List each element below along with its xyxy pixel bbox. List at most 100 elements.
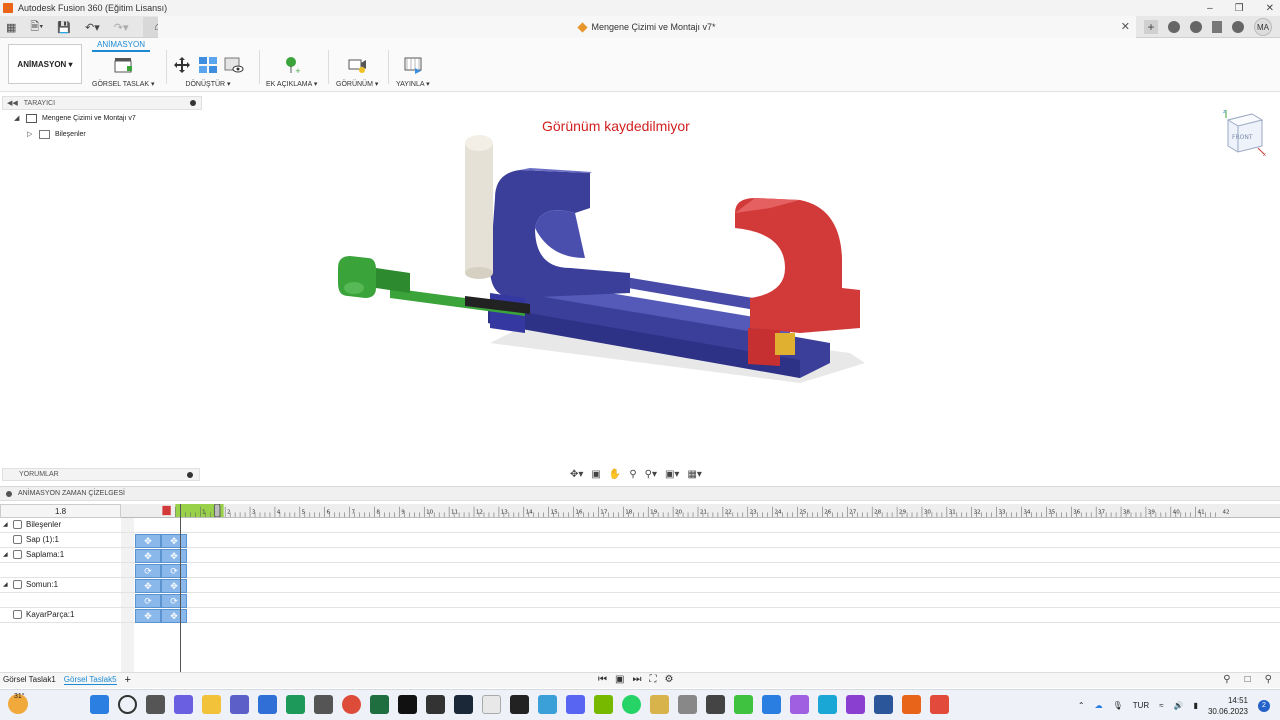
playhead-handle[interactable] (213, 504, 221, 517)
camera-view-icon[interactable] (347, 56, 367, 74)
store-icon[interactable] (258, 695, 277, 714)
notifications-icon[interactable] (1212, 21, 1222, 33)
view-group[interactable]: GÖRÜNÜM ▾ (336, 53, 378, 89)
task-view-icon[interactable] (146, 695, 165, 714)
user-avatar[interactable]: MA (1254, 18, 1272, 36)
clock[interactable]: 14:51 30.06.2023 (1208, 695, 1248, 717)
transform-group[interactable]: DÖNÜŞTÜR ▾ (172, 53, 244, 89)
timeline-row[interactable] (0, 563, 1280, 578)
file-menu-icon[interactable]: 🗎▾ (30, 18, 43, 37)
add-storyboard-button[interactable]: + (125, 675, 131, 686)
timeline-row[interactable] (0, 593, 1280, 608)
minimize-icon[interactable]: – (1207, 3, 1213, 14)
app-icon[interactable] (818, 695, 837, 714)
tab-animation[interactable]: ANİMASYON (92, 40, 150, 52)
app-icon[interactable] (846, 695, 865, 714)
playback-settings-icon[interactable]: ⚙ (664, 674, 673, 685)
orbit-icon[interactable]: ✥▾ (570, 469, 583, 480)
close-tab-icon[interactable]: ✕ (1121, 20, 1130, 33)
storyboard-tab-active[interactable]: Görsel Taslak5 (63, 675, 117, 685)
annotation-group[interactable]: + EK AÇIKLAMA ▾ (266, 53, 317, 89)
comments-panel[interactable]: YORUMLAR (2, 468, 200, 481)
app-icon[interactable] (678, 695, 697, 714)
onedrive-icon[interactable]: ☁ (1095, 701, 1103, 710)
browser-root-node[interactable]: ◢ Mengene Çizimi ve Montajı v7 (2, 110, 202, 126)
app-icon[interactable] (706, 695, 725, 714)
browser-pin-icon[interactable] (190, 100, 196, 106)
timeline-row[interactable]: ◢ Saplama:1 (0, 548, 1280, 563)
app-icon[interactable] (482, 695, 501, 714)
view-cube[interactable]: FRONT x z (1222, 108, 1268, 156)
redo-icon[interactable]: ↷▾ (114, 21, 129, 34)
timeline-row[interactable]: ◢ Somun:1 (0, 578, 1280, 593)
fullscreen-icon[interactable]: ⛶ (649, 674, 656, 685)
browser-header[interactable]: ◀◀ TARAYICI (2, 96, 202, 110)
comments-pin-icon[interactable] (187, 472, 193, 478)
grid-settings-icon[interactable]: ▦▾ (687, 469, 701, 480)
move-keyframe[interactable]: ✥ (161, 534, 187, 548)
new-tab-icon[interactable]: + (1144, 20, 1158, 34)
wifi-icon[interactable]: ≈ (1159, 701, 1163, 710)
steam-icon[interactable] (454, 695, 473, 714)
annotation-icon[interactable]: + (282, 56, 302, 74)
skip-start-icon[interactable]: ⏮ (598, 674, 607, 685)
battery-icon[interactable]: ▮ (1194, 701, 1198, 710)
timeline-header[interactable]: ANİMASYON ZAMAN ÇİZELGESİ (0, 487, 1280, 501)
zoom-in-icon[interactable]: ⚲ (1265, 674, 1272, 685)
app-icon[interactable] (370, 695, 389, 714)
fit-timeline-icon[interactable]: □ (1245, 674, 1251, 685)
start-icon[interactable] (90, 695, 109, 714)
discord-icon[interactable] (566, 695, 585, 714)
timeline-playhead[interactable] (180, 504, 181, 674)
vise-assembly-model[interactable] (330, 128, 870, 393)
rotate-keyframe[interactable]: ⟳ (161, 594, 187, 608)
display-settings-icon[interactable]: ▣▾ (665, 469, 679, 480)
move-keyframe[interactable]: ✥ (135, 609, 161, 623)
timeline-row[interactable]: KayarParça:1 (0, 608, 1280, 623)
extensions-icon[interactable] (1168, 21, 1180, 33)
move-keyframe[interactable]: ✥ (135, 549, 161, 563)
look-at-icon[interactable]: ▣ (591, 469, 600, 480)
fusion-taskbar-icon[interactable] (902, 695, 921, 714)
maximize-icon[interactable]: ❐ (1235, 3, 1244, 14)
timeline-row[interactable]: ◢ Bileşenler (0, 518, 1280, 533)
close-window-icon[interactable]: ✕ (1266, 3, 1274, 14)
document-tab[interactable]: Mengene Çizimi ve Montajı v7* ✕ (158, 16, 1136, 38)
teams-icon[interactable] (230, 695, 249, 714)
pan-icon[interactable]: ✋ (609, 469, 621, 480)
word-icon[interactable] (874, 695, 893, 714)
search-icon[interactable] (118, 695, 137, 714)
input-language[interactable]: TUR (1133, 701, 1149, 710)
rotate-keyframe[interactable]: ⟳ (135, 564, 161, 578)
chat-icon[interactable] (174, 695, 193, 714)
whatsapp-icon[interactable] (622, 695, 641, 714)
publish-group[interactable]: YAYINLA ▾ (396, 53, 430, 89)
rotate-keyframe[interactable]: ⟳ (161, 564, 187, 578)
app-grid-icon[interactable]: ▦ (6, 21, 16, 34)
app-icon[interactable] (398, 695, 417, 714)
expand-arrow-icon[interactable]: ▷ (27, 130, 35, 138)
storyboard-group[interactable]: GÖRSEL TASLAK ▾ (92, 53, 155, 89)
timeline-start-marker[interactable] (162, 505, 171, 516)
volume-icon[interactable]: 🔊 (1174, 701, 1184, 710)
app-icon[interactable] (930, 695, 949, 714)
zoom-out-icon[interactable]: ⚲ (1223, 674, 1230, 685)
terminal-icon[interactable] (426, 695, 445, 714)
visual-studio-icon[interactable] (790, 695, 809, 714)
expand-arrow-icon[interactable]: ◢ (14, 114, 22, 122)
help-icon[interactable] (1232, 21, 1244, 33)
move-keyframe[interactable]: ✥ (135, 534, 161, 548)
fit-icon[interactable]: ⚲▾ (645, 469, 657, 480)
visibility-icon[interactable] (224, 56, 244, 74)
browser-components-node[interactable]: ▷ Bileşenler (2, 126, 202, 142)
move-keyframe[interactable]: ✥ (161, 549, 187, 563)
storyboard-tab[interactable]: Görsel Taslak1 (3, 675, 56, 685)
app-icon[interactable] (734, 695, 753, 714)
current-time-field[interactable]: 1.8 (0, 504, 121, 518)
move-keyframe[interactable]: ✥ (161, 579, 187, 593)
timeline-row[interactable]: Sap (1):1 (0, 533, 1280, 548)
file-explorer-icon[interactable] (202, 695, 221, 714)
workspace-switcher[interactable]: ANİMASYON ▾ (8, 44, 82, 84)
job-status-icon[interactable] (1190, 21, 1202, 33)
explode-icon[interactable] (198, 56, 218, 74)
